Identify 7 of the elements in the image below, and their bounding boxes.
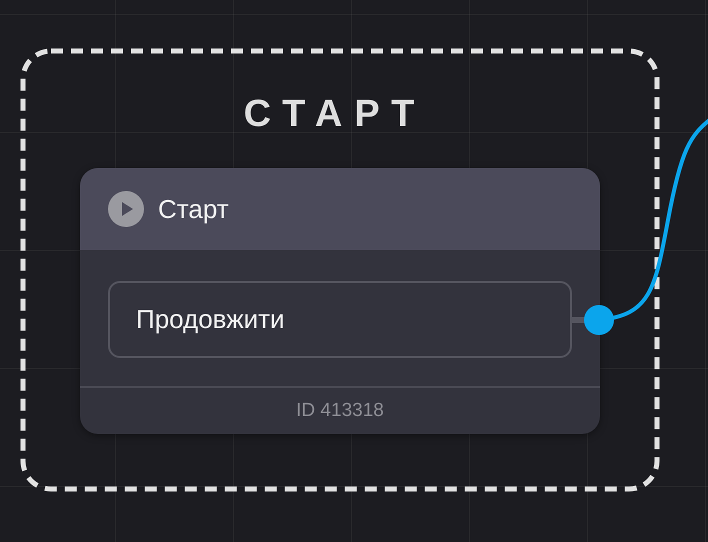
output-option[interactable]: Продовжити — [108, 281, 572, 358]
output-port[interactable] — [584, 305, 614, 335]
node-id: ID 413318 — [80, 386, 600, 434]
node-title: Старт — [158, 194, 229, 224]
start-node[interactable]: Старт Продовжити ID 413318 — [80, 168, 600, 434]
group-title: СТАРТ — [242, 92, 428, 136]
play-icon — [108, 191, 144, 227]
